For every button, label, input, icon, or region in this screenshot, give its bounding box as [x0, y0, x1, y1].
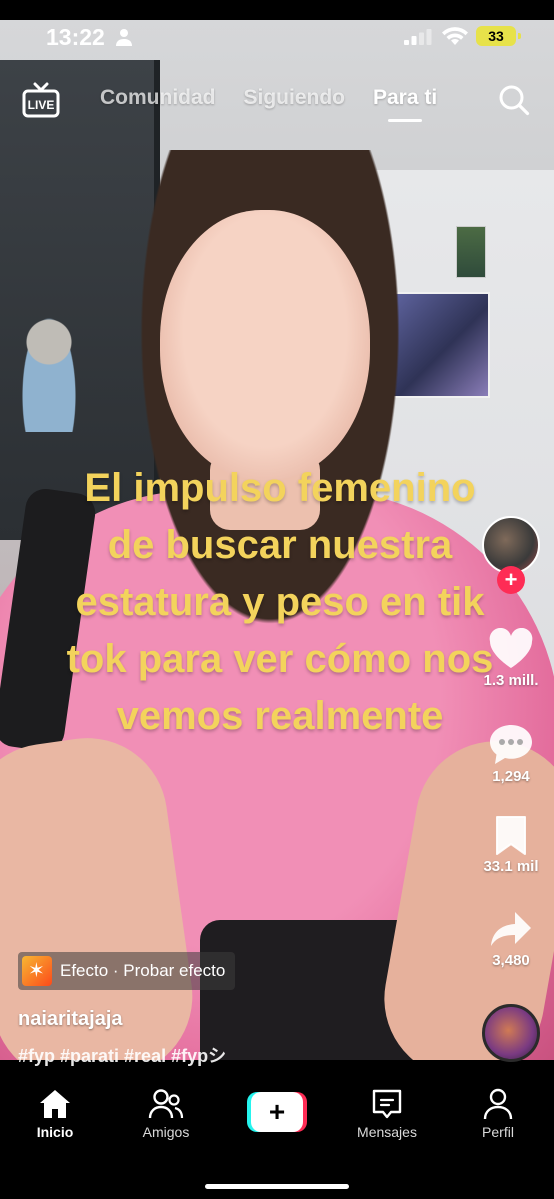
- like-count: 1.3 mill.: [483, 672, 539, 689]
- tab-inicio-label: Inicio: [36, 1124, 74, 1140]
- person-icon: [116, 29, 132, 46]
- tab-inicio[interactable]: Inicio: [5, 1088, 105, 1140]
- wifi-icon: [442, 27, 468, 45]
- home-icon: [40, 1090, 70, 1118]
- tab-mensajes[interactable]: Mensajes: [337, 1088, 437, 1140]
- feed-tabs: Comunidad Siguiendo Para ti: [100, 86, 437, 122]
- post-hashtags[interactable]: #fyp #parati #real #fypシ: [18, 1042, 226, 1068]
- cellular-signal-icon: [404, 29, 432, 45]
- svg-text:LIVE: LIVE: [28, 98, 55, 112]
- search-icon[interactable]: [498, 84, 530, 116]
- save-count: 33.1 mil: [483, 858, 539, 875]
- friends-icon: [148, 1089, 184, 1119]
- effect-label: Efecto · Probar efecto: [60, 961, 226, 980]
- tab-amigos[interactable]: Amigos: [116, 1088, 216, 1140]
- plus-icon: +: [251, 1092, 303, 1132]
- video-plush-toy: [20, 312, 78, 432]
- share-arrow-icon: [491, 912, 531, 946]
- music-disc[interactable]: [482, 1004, 540, 1062]
- tab-mensajes-label: Mensajes: [357, 1124, 417, 1140]
- inbox-icon: [372, 1089, 402, 1119]
- comment-count: 1,294: [492, 768, 530, 785]
- share-button[interactable]: 3,480: [474, 908, 548, 969]
- save-button[interactable]: 33.1 mil: [474, 814, 548, 875]
- follow-button[interactable]: +: [497, 566, 525, 594]
- create-button[interactable]: +: [247, 1092, 307, 1132]
- status-time: 13:22: [46, 24, 105, 50]
- profile-icon: [483, 1088, 513, 1120]
- tab-amigos-label: Amigos: [142, 1124, 190, 1140]
- effect-pill[interactable]: Efecto · Probar efecto: [18, 952, 236, 990]
- tab-para-ti[interactable]: Para ti: [373, 86, 437, 122]
- status-bar: 13:22 33: [0, 0, 554, 64]
- bottom-tab-bar: Inicio Amigos + Mensajes Perfil: [0, 1080, 554, 1199]
- tab-perfil[interactable]: Perfil: [448, 1088, 548, 1140]
- heart-icon: [489, 628, 533, 668]
- top-nav: LIVE Comunidad Siguiendo Para ti: [0, 76, 554, 132]
- home-indicator[interactable]: [205, 1184, 349, 1189]
- like-button[interactable]: 1.3 mill.: [474, 628, 548, 689]
- share-count: 3,480: [492, 952, 530, 969]
- tab-perfil-label: Perfil: [482, 1124, 514, 1140]
- video-face: [160, 210, 370, 480]
- sparkle-effect-icon: [22, 956, 52, 986]
- battery-level: 33: [488, 28, 504, 44]
- bookmark-icon: [496, 816, 526, 855]
- tab-comunidad[interactable]: Comunidad: [100, 86, 216, 110]
- creator-username[interactable]: naiaritajaja: [18, 1008, 123, 1031]
- live-tv-icon[interactable]: LIVE: [22, 82, 60, 118]
- video-wall-card: [456, 226, 486, 278]
- video-caption: El impulso femenino de buscar nuestra es…: [66, 466, 494, 738]
- tab-siguiendo[interactable]: Siguiendo: [244, 86, 346, 110]
- comment-bubble-icon: [490, 725, 532, 764]
- comment-button[interactable]: 1,294: [474, 722, 548, 785]
- battery-indicator: 33: [476, 26, 521, 46]
